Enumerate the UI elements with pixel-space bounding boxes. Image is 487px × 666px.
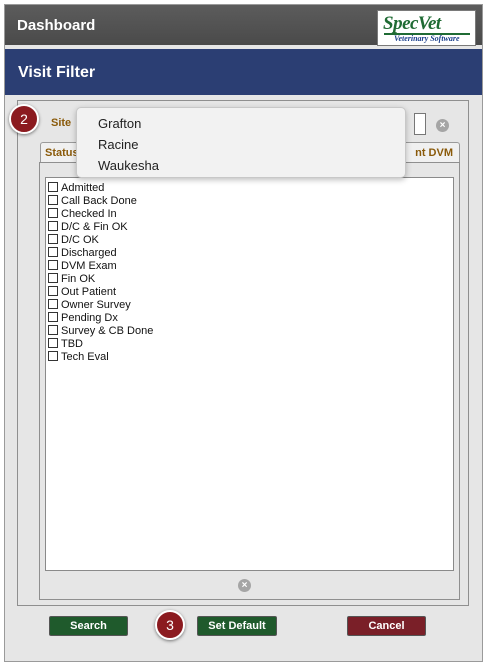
search-button[interactable]: Search [49, 616, 128, 636]
site-option-racine[interactable]: Racine [98, 137, 138, 152]
list-item-label: Out Patient [61, 286, 117, 298]
list-item[interactable]: Tech Eval [48, 351, 109, 364]
list-item-label: Admitted [61, 182, 105, 194]
list-item-label: Discharged [61, 247, 117, 259]
cancel-button[interactable]: Cancel [347, 616, 426, 636]
list-item-label: DVM Exam [61, 260, 117, 272]
dashboard-title: Dashboard [17, 17, 96, 34]
list-item[interactable]: Owner Survey [48, 299, 131, 312]
status-list-container: Admitted Call Back Done Checked In D/C &… [39, 162, 460, 600]
site-option-grafton[interactable]: Grafton [98, 116, 141, 131]
list-item-label: Survey & CB Done [61, 325, 154, 337]
site-select[interactable] [414, 113, 426, 135]
checkbox[interactable] [48, 351, 58, 361]
checkbox[interactable] [48, 247, 58, 257]
list-item-label: Call Back Done [61, 195, 137, 207]
logo-tagline: Veterinary Software [394, 34, 460, 43]
checkbox[interactable] [48, 325, 58, 335]
checkbox[interactable] [48, 286, 58, 296]
list-item[interactable]: Out Patient [48, 286, 116, 299]
list-item-label: Tech Eval [61, 351, 109, 363]
checkbox[interactable] [48, 221, 58, 231]
checkbox[interactable] [48, 299, 58, 309]
list-item[interactable]: TBD [48, 338, 83, 351]
list-item[interactable]: Fin OK [48, 273, 95, 286]
site-dropdown-menu: Grafton Racine Waukesha [76, 107, 406, 178]
checkbox[interactable] [48, 273, 58, 283]
list-clear-icon[interactable]: × [238, 579, 251, 592]
list-item-label: D/C OK [61, 234, 99, 246]
checkbox[interactable] [48, 338, 58, 348]
list-item[interactable]: Admitted [48, 182, 104, 195]
set-default-button[interactable]: Set Default [197, 616, 277, 636]
step-marker-3: 3 [155, 610, 185, 640]
list-item[interactable]: Discharged [48, 247, 117, 260]
list-item-label: Checked In [61, 208, 117, 220]
checkbox[interactable] [48, 260, 58, 270]
dialog-title-bar: Visit Filter [5, 49, 482, 95]
checkbox[interactable] [48, 208, 58, 218]
checkbox[interactable] [48, 234, 58, 244]
list-item-label: D/C & Fin OK [61, 221, 128, 233]
status-list[interactable]: Admitted Call Back Done Checked In D/C &… [45, 177, 454, 571]
specvet-logo: SpecVet Veterinary Software [377, 10, 476, 46]
list-item-label: Pending Dx [61, 312, 118, 324]
list-item-label: Fin OK [61, 273, 96, 285]
top-bar: Dashboard SpecVet Veterinary Software [5, 5, 482, 46]
list-item[interactable]: Call Back Done [48, 195, 137, 208]
dialog-title: Visit Filter [18, 64, 96, 81]
list-item[interactable]: Pending Dx [48, 312, 118, 325]
checkbox[interactable] [48, 182, 58, 192]
site-clear-icon[interactable]: × [436, 119, 449, 132]
checkbox[interactable] [48, 312, 58, 322]
checkbox[interactable] [48, 195, 58, 205]
logo-brand: SpecVet [383, 13, 441, 34]
app-window: Dashboard SpecVet Veterinary Software Vi… [4, 4, 483, 662]
site-option-waukesha[interactable]: Waukesha [98, 158, 159, 173]
list-item[interactable]: DVM Exam [48, 260, 117, 273]
list-item[interactable]: D/C & Fin OK [48, 221, 128, 234]
site-label: Site [51, 117, 72, 129]
list-item[interactable]: D/C OK [48, 234, 99, 247]
list-item[interactable]: Survey & CB Done [48, 325, 153, 338]
list-item-label: Owner Survey [61, 299, 131, 311]
list-item-label: TBD [61, 338, 83, 350]
step-marker-2: 2 [9, 104, 39, 134]
list-item[interactable]: Checked In [48, 208, 117, 221]
